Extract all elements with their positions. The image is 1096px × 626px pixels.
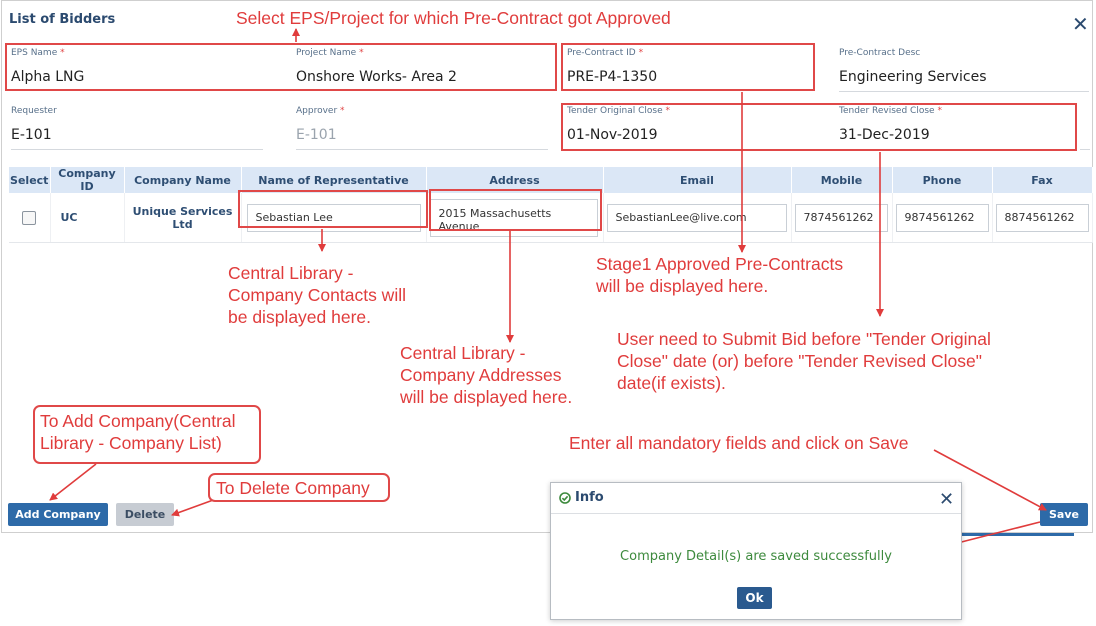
annotation-line: Close" date (or) before "Tender Revised … <box>617 351 982 371</box>
info-title: Info <box>575 490 604 505</box>
info-divider <box>551 513 961 514</box>
annotation-line: Stage1 Approved Pre-Contracts <box>596 254 844 274</box>
annotation-line: be displayed here. <box>228 307 372 327</box>
info-message: Company Detail(s) are saved successfully <box>620 549 892 564</box>
annotation-submit-bid: User need to Submit Bid before "Tender O… <box>617 328 991 394</box>
info-close-icon[interactable]: ✕ <box>939 489 954 510</box>
annotation-line: will be displayed here. <box>596 276 769 296</box>
annotation-line: date(if exists). <box>617 373 726 393</box>
annotation-select-eps: Select EPS/Project for which Pre-Contrac… <box>236 8 671 28</box>
annotation-delete-company: To Delete Company <box>208 473 390 502</box>
annotation-line: Company Contacts will <box>228 285 406 305</box>
arrow-delete <box>171 498 217 517</box>
ok-button[interactable]: Ok <box>737 587 772 609</box>
annotation-stage1: Stage1 Approved Pre-Contracts will be di… <box>596 253 843 297</box>
annotation-line: Central Library - <box>400 343 526 363</box>
annotation-save-hint: Enter all mandatory fields and click on … <box>569 433 909 453</box>
annotation-add-company: To Add Company(Central Library - Company… <box>33 405 261 464</box>
annotation-line: User need to Submit Bid before "Tender O… <box>617 329 991 349</box>
arrow-add-company <box>49 463 97 501</box>
info-header: Info <box>559 490 604 505</box>
check-circle-icon <box>559 491 571 504</box>
info-modal: Info ✕ Company Detail(s) are saved succe… <box>550 482 962 620</box>
annotation-contacts: Central Library - Company Contacts will … <box>228 262 406 328</box>
annotation-line: will be displayed here. <box>400 387 573 407</box>
annotation-line: To Add Company(Central <box>40 411 236 431</box>
annotation-line: Library - Company List) <box>40 433 222 453</box>
annotation-addresses: Central Library - Company Addresses will… <box>400 342 572 408</box>
annotation-line: Central Library - <box>228 263 354 283</box>
annotation-line: Company Addresses <box>400 365 562 385</box>
